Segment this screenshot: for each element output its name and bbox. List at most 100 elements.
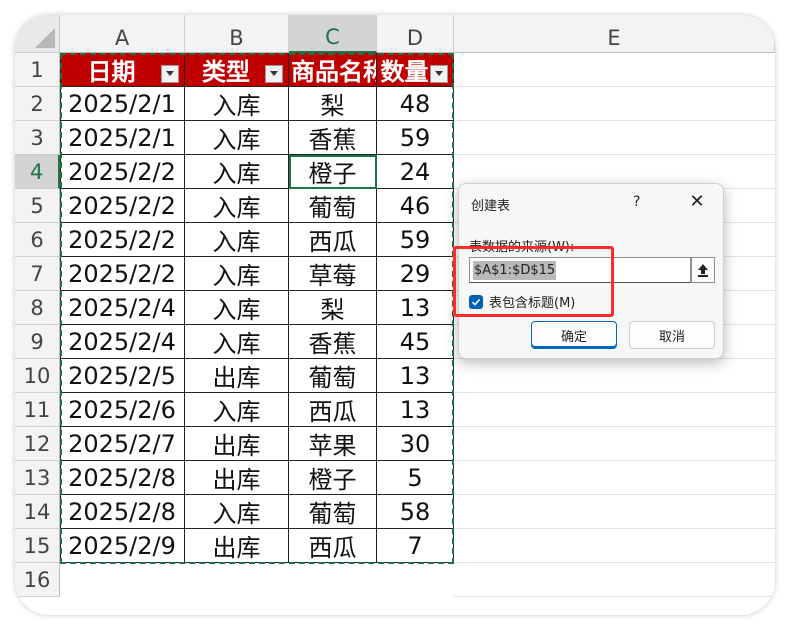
row-header-11[interactable]: 11	[15, 393, 60, 427]
table-cell[interactable]: 入库	[185, 393, 289, 427]
table-cell[interactable]: 梨	[289, 291, 377, 325]
select-all-corner[interactable]	[15, 15, 60, 53]
table-cell[interactable]: 西瓜	[289, 393, 377, 427]
table-cell[interactable]: 48	[377, 87, 454, 121]
column-header-e[interactable]: E	[454, 15, 775, 53]
table-cell[interactable]: 葡萄	[289, 189, 377, 223]
table-cell[interactable]: 西瓜	[289, 223, 377, 257]
table-cell[interactable]: 29	[377, 257, 454, 291]
table-cell[interactable]: 出库	[185, 461, 289, 495]
table-cell[interactable]: 2025/2/8	[60, 495, 185, 529]
row-header-4[interactable]: 4	[15, 155, 60, 189]
table-cell[interactable]: 30	[377, 427, 454, 461]
table-cell[interactable]: 入库	[185, 495, 289, 529]
table-cell[interactable]: 2025/2/6	[60, 393, 185, 427]
table-cell[interactable]: 葡萄	[289, 359, 377, 393]
table-cell[interactable]: 橙子	[289, 461, 377, 495]
filter-dropdown-button[interactable]	[161, 64, 179, 83]
table-cell[interactable]: 2025/2/9	[60, 529, 185, 563]
table-cell[interactable]: 58	[377, 495, 454, 529]
column-header-b[interactable]: B	[185, 15, 289, 53]
table-header-cell[interactable]: 类型	[185, 53, 289, 87]
help-button[interactable]: ?	[633, 194, 640, 210]
row-header-13[interactable]: 13	[15, 461, 60, 495]
table-cell[interactable]: 2025/2/5	[60, 359, 185, 393]
filter-dropdown-button[interactable]	[430, 64, 448, 83]
row-header-1[interactable]: 1	[15, 53, 60, 87]
table-cell[interactable]: 46	[377, 189, 454, 223]
active-cell[interactable]: 橙子	[289, 155, 377, 189]
table-cell[interactable]: 13	[377, 291, 454, 325]
row-header-12[interactable]: 12	[15, 427, 60, 461]
table-cell[interactable]: 草莓	[289, 257, 377, 291]
table-cell[interactable]: 2025/2/1	[60, 87, 185, 121]
row-header-16[interactable]: 16	[15, 563, 60, 597]
table-cell[interactable]: 2025/2/7	[60, 427, 185, 461]
column-header-d[interactable]: D	[377, 15, 454, 53]
collapse-dialog-button[interactable]	[691, 257, 715, 283]
row-header-8[interactable]: 8	[15, 291, 60, 325]
row-header-10[interactable]: 10	[15, 359, 60, 393]
ok-button[interactable]: 确定	[531, 321, 617, 349]
gridline	[454, 460, 775, 461]
table-cell[interactable]: 西瓜	[289, 529, 377, 563]
row-header-3[interactable]: 3	[15, 121, 60, 155]
table-cell[interactable]: 59	[377, 223, 454, 257]
table-cell[interactable]: 24	[377, 155, 454, 189]
has-headers-option[interactable]: 表包含标题(M)	[469, 292, 575, 311]
row-header-9[interactable]: 9	[15, 325, 60, 359]
table-cell[interactable]: 入库	[185, 325, 289, 359]
row-header-7[interactable]: 7	[15, 257, 60, 291]
table-cell[interactable]: 5	[377, 461, 454, 495]
table-cell[interactable]: 出库	[185, 427, 289, 461]
gridline	[454, 426, 775, 427]
table-cell[interactable]: 59	[377, 121, 454, 155]
table-cell[interactable]: 2025/2/2	[60, 223, 185, 257]
close-button[interactable]: ✕	[685, 189, 709, 213]
table-cell[interactable]: 2025/2/8	[60, 461, 185, 495]
table-cell[interactable]: 梨	[289, 87, 377, 121]
row-header-5[interactable]: 5	[15, 189, 60, 223]
table-header-label: 数量	[380, 58, 429, 86]
column-header-c[interactable]: C	[289, 15, 377, 53]
table-cell[interactable]: 入库	[185, 257, 289, 291]
table-cell[interactable]: 出库	[185, 529, 289, 563]
table-cell[interactable]: 2025/2/2	[60, 189, 185, 223]
table-cell[interactable]: 葡萄	[289, 495, 377, 529]
table-header-cell[interactable]: 商品名称	[289, 53, 377, 87]
row-header-15[interactable]: 15	[15, 529, 60, 563]
row-header-2[interactable]: 2	[15, 87, 60, 121]
table-cell[interactable]: 2025/2/4	[60, 291, 185, 325]
table-cell[interactable]: 香蕉	[289, 121, 377, 155]
row-header-14[interactable]: 14	[15, 495, 60, 529]
has-headers-checkbox[interactable]	[469, 294, 483, 309]
table-cell[interactable]: 13	[377, 359, 454, 393]
table-header-cell[interactable]: 数量	[377, 53, 454, 87]
table-cell[interactable]: 入库	[185, 121, 289, 155]
table-header-label: 商品名称	[291, 58, 376, 86]
cancel-button[interactable]: 取消	[629, 321, 715, 349]
filter-dropdown-button[interactable]	[265, 64, 283, 83]
table-cell[interactable]: 2025/2/4	[60, 325, 185, 359]
table-cell[interactable]: 入库	[185, 189, 289, 223]
table-header-cell[interactable]: 日期	[60, 53, 185, 87]
table-cell[interactable]: 2025/2/2	[60, 257, 185, 291]
filter-arrow-icon	[166, 71, 174, 76]
filter-arrow-icon	[435, 71, 443, 76]
source-range-input[interactable]: $A$1:$D$15	[469, 257, 691, 283]
table-cell[interactable]: 入库	[185, 87, 289, 121]
table-cell[interactable]: 入库	[185, 291, 289, 325]
table-cell[interactable]: 出库	[185, 359, 289, 393]
table-cell[interactable]: 香蕉	[289, 325, 377, 359]
table-cell[interactable]: 13	[377, 393, 454, 427]
table-cell[interactable]: 入库	[185, 223, 289, 257]
table-cell[interactable]: 45	[377, 325, 454, 359]
table-cell[interactable]: 7	[377, 529, 454, 563]
table-cell[interactable]: 2025/2/2	[60, 155, 185, 189]
table-cell[interactable]: 苹果	[289, 427, 377, 461]
gridline	[454, 154, 775, 155]
table-cell[interactable]: 入库	[185, 155, 289, 189]
row-header-6[interactable]: 6	[15, 223, 60, 257]
column-header-a[interactable]: A	[60, 15, 185, 53]
table-cell[interactable]: 2025/2/1	[60, 121, 185, 155]
